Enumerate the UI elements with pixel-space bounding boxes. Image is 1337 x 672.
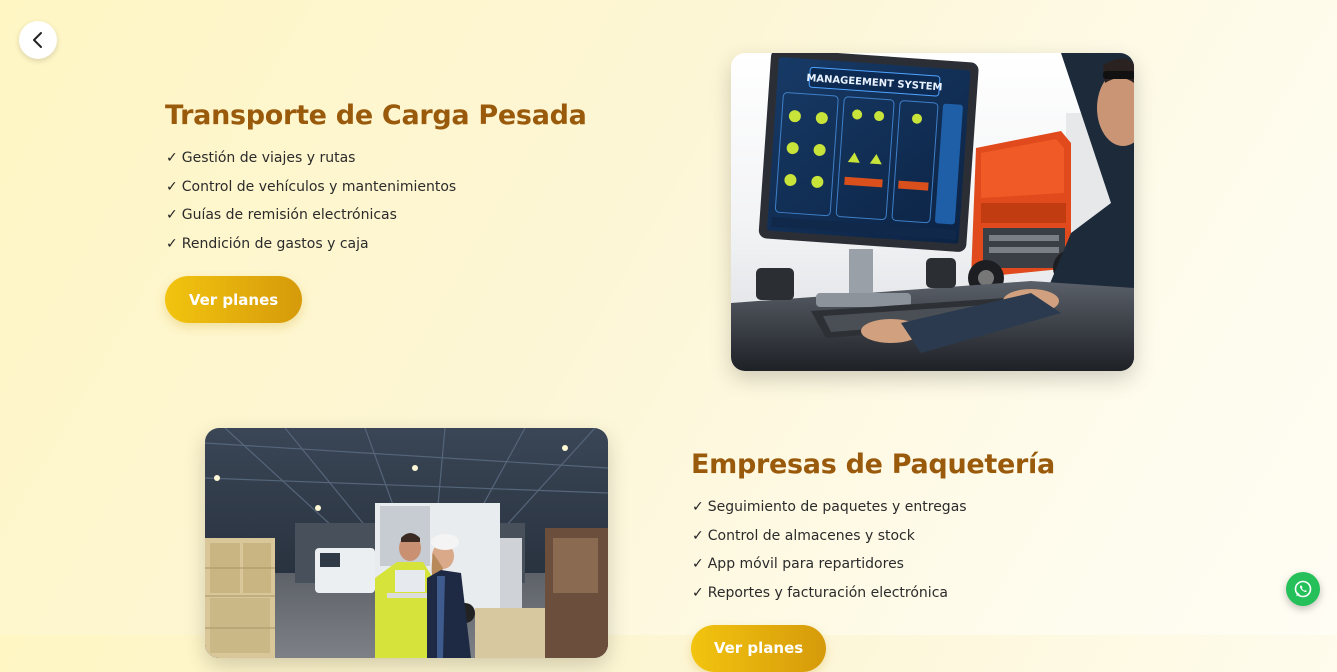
check-icon: ✓: [166, 178, 178, 195]
feature-item: ✓ Control de vehículos y mantenimientos: [166, 178, 457, 195]
feature-item: ✓ Control de almacenes y stock: [692, 527, 915, 544]
feature-item: ✓ App móvil para repartidores: [692, 556, 904, 573]
feature-item: ✓ Guías de remisión electrónicas: [166, 207, 397, 224]
feature-item: ✓ Rendición de gastos y caja: [166, 236, 369, 253]
feature-item: ✓ Reportes y facturación electrónica: [692, 585, 948, 602]
check-icon: ✓: [692, 585, 704, 602]
section-title: Empresas de Paquetería: [691, 449, 1055, 480]
transport-illustration: MANAGEEMENT SYSTEM: [731, 53, 1134, 371]
whatsapp-icon: [1294, 580, 1312, 598]
warehouse-image: [205, 428, 608, 658]
feature-list: ✓ Gestión de viajes y rutas ✓ Control de v…: [166, 144, 456, 259]
feature-item: ✓ Gestión de viajes y rutas: [166, 150, 356, 166]
transport-image: MANAGEEMENT SYSTEM: [731, 53, 1134, 371]
check-icon: ✓: [166, 236, 178, 253]
section-title: Transporte de Carga Pesada: [165, 100, 587, 131]
check-icon: ✓: [166, 207, 178, 224]
whatsapp-button[interactable]: [1286, 572, 1320, 606]
check-icon: ✓: [692, 499, 704, 515]
check-icon: ✓: [692, 527, 704, 544]
back-button[interactable]: [19, 21, 57, 59]
feature-list: ✓ Seguimiento de paquetes y entregas ✓ Con…: [692, 493, 967, 608]
chevron-left-icon: [33, 32, 42, 48]
check-icon: ✓: [166, 150, 178, 166]
feature-item: ✓ Seguimiento de paquetes y entregas: [692, 499, 967, 515]
view-plans-button[interactable]: Ver planes: [165, 276, 302, 323]
view-plans-button[interactable]: Ver planes: [691, 625, 826, 672]
warehouse-illustration: [205, 428, 608, 658]
check-icon: ✓: [692, 556, 704, 573]
